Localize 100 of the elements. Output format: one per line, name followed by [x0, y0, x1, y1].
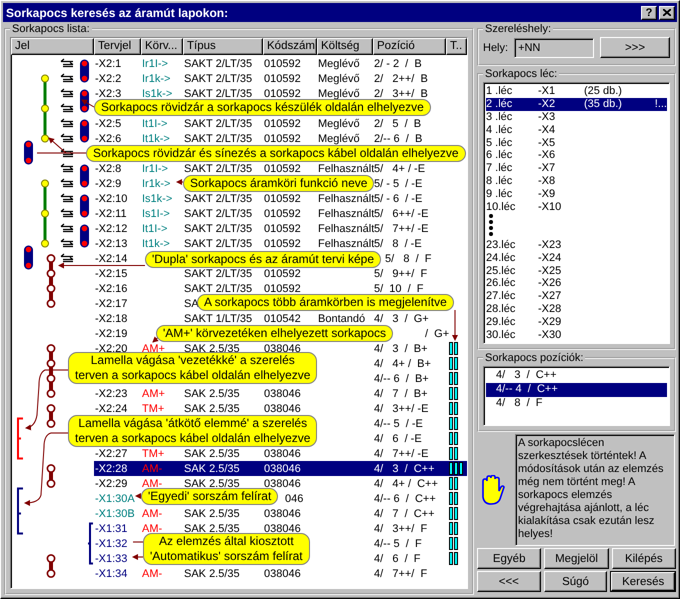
column-header[interactable]: Körv...: [141, 38, 183, 55]
table-cell[interactable]: -X2:24: [95, 402, 128, 414]
table-cell: SAKT 2/LT/35: [184, 72, 252, 84]
table-cell[interactable]: -X2:12: [95, 222, 128, 234]
terminal-icon: [60, 178, 74, 188]
table-cell[interactable]: -X2:14: [95, 252, 128, 264]
circuit-bars-icon: [449, 432, 458, 445]
column-header[interactable]: Tervjel: [94, 38, 141, 55]
circuit-bars-icon: [449, 357, 458, 370]
column-header[interactable]: Típus: [183, 38, 263, 55]
dialog-button[interactable]: Súgó: [544, 571, 608, 592]
table-cell: AM+: [142, 388, 165, 400]
callout: Az elemzés által kiosztott 'Automatikus' sorszám felírat: [143, 533, 310, 565]
strip-label: 29.léc: [486, 316, 516, 328]
strip-count: (25 db.): [584, 85, 623, 98]
dialog-button[interactable]: Keresés: [610, 571, 676, 592]
table-cell[interactable]: -X1:33: [95, 552, 128, 564]
column-header[interactable]: Költség: [317, 38, 373, 55]
strip-list-item[interactable]: 30.léc -X30: [486, 328, 667, 341]
table-cell: SAKT 2/LT/35: [184, 58, 252, 70]
strip-list-item[interactable]: 25.léc -X25: [486, 264, 667, 277]
strip-list-item[interactable]: 9 .léc -X9: [486, 187, 667, 200]
terminal-icon: [60, 88, 74, 98]
table-cell: 038046: [264, 342, 301, 354]
table-cell: 4/-- 6 / C++: [374, 492, 436, 504]
table-cell[interactable]: -X1:30A: [95, 492, 135, 504]
table-cell[interactable]: -X2:10: [95, 192, 128, 204]
position-item[interactable]: 4/ 3 / C++: [486, 369, 667, 383]
strip-list-item[interactable]: 2 .léc -X2 (35 db.) !...: [486, 98, 667, 111]
strip-label: 9 .léc: [486, 188, 514, 200]
table-cell[interactable]: -X1:30B: [95, 508, 135, 520]
table-cell[interactable]: -X2:9: [95, 178, 122, 190]
table-cell[interactable]: -X2:29: [95, 478, 128, 490]
strip-list-item[interactable]: 6 .léc -X6: [486, 148, 667, 162]
dialog-button[interactable]: Megjelöl: [544, 548, 609, 569]
table-cell[interactable]: -X2:28: [95, 462, 128, 474]
table-cell[interactable]: -X1:34: [95, 568, 128, 580]
table-cell: Felhasznált: [318, 192, 374, 204]
strip-list-item[interactable]: 27.léc -X27: [486, 290, 667, 303]
table-cell[interactable]: -X2:18: [95, 312, 128, 324]
strip-list-item[interactable]: 7 .léc -X7: [486, 162, 667, 175]
strip-list-item[interactable]: 5 .léc -X5: [486, 136, 667, 149]
table-cell[interactable]: -X2:6: [95, 132, 122, 144]
table-cell: 5/ 8 / -E: [374, 238, 422, 250]
table-cell[interactable]: -X2:23: [95, 388, 128, 400]
table-cell: 010592: [264, 238, 301, 250]
table-cell: SAKT 1/LT/35: [184, 312, 252, 324]
table-cell[interactable]: -X2:5: [95, 118, 122, 130]
strip-list-item[interactable]: 24.léc -X24: [486, 251, 667, 264]
position-item[interactable]: 4/ 8 / F: [486, 397, 667, 411]
short-circuit-link-icon: [80, 60, 89, 82]
table-cell[interactable]: -X2:27: [95, 448, 128, 460]
table-cell: 038046: [264, 508, 301, 520]
short-circuit-link-icon: [80, 90, 89, 112]
table-cell: 4/ 7++/ -E: [374, 448, 428, 460]
short-circuit-link-icon: [24, 246, 33, 270]
strip-list-item[interactable]: 8 .léc -X8: [486, 174, 667, 188]
column-header[interactable]: T..: [446, 38, 467, 55]
column-header[interactable]: Kódszám: [263, 38, 317, 55]
dialog-button[interactable]: Egyéb: [477, 548, 542, 569]
table-cell: 2/-- 6 / B: [374, 132, 422, 144]
table-cell: AM+: [142, 342, 165, 354]
close-button[interactable]: [659, 6, 675, 20]
table-cell[interactable]: -X2:16: [95, 282, 128, 294]
strip-list-item[interactable]: 3 .léc -X3: [486, 110, 667, 124]
table-cell[interactable]: -X2:1: [95, 58, 122, 70]
strip-code: -X3: [538, 110, 556, 123]
strip-list-item[interactable]: 1 .léc -X1 (25 db.): [486, 85, 667, 98]
strip-list-item[interactable]: 28.léc -X28: [486, 302, 667, 316]
strip-list-item[interactable]: 23.léc -X23: [486, 238, 667, 252]
position-item[interactable]: 4/-- 4 / C++: [486, 383, 667, 397]
table-cell: AM-: [142, 522, 162, 534]
location-field[interactable]: +NN: [514, 38, 594, 58]
table-cell[interactable]: -X2:13: [95, 238, 128, 250]
column-header[interactable]: Jel: [11, 38, 94, 55]
table-cell[interactable]: -X2:17: [95, 298, 128, 310]
table-cell[interactable]: -X2:3: [95, 88, 122, 100]
table-cell[interactable]: -X1:31: [95, 522, 128, 534]
table-cell[interactable]: -X2:20: [95, 342, 128, 354]
table-cell[interactable]: -X2:19: [95, 328, 128, 340]
table-cell[interactable]: -X2:8: [95, 162, 122, 174]
dialog-button[interactable]: Kilépés: [612, 548, 676, 569]
strip-list-item[interactable]: 4 .léc -X4: [486, 123, 667, 136]
table-cell: 2/ - 2 / B: [374, 58, 422, 70]
strip-label: 2 .léc: [486, 98, 514, 110]
table-cell[interactable]: -X2:11: [95, 208, 127, 220]
forward-button[interactable]: >>>: [600, 37, 670, 58]
strip-list-item[interactable]: 26.léc -X26: [486, 276, 667, 290]
table-cell: SAK 2.5/35: [184, 508, 240, 520]
strip-code: -X7: [538, 162, 556, 174]
strip-list-item[interactable]: 10.léc -X10: [486, 200, 667, 213]
table-cell: SAKT 2/LT/35: [184, 222, 252, 234]
strip-list-item[interactable]: 29.léc -X29: [486, 315, 667, 328]
column-header[interactable]: Pozíció: [373, 38, 446, 55]
table-cell[interactable]: -X2:2: [95, 72, 122, 84]
table-cell[interactable]: -X2:15: [95, 268, 128, 280]
table-cell[interactable]: -X1:32: [95, 538, 128, 550]
help-button[interactable]: ?: [641, 6, 657, 20]
short-circuit-link-icon: [24, 140, 33, 164]
dialog-button[interactable]: <<<: [477, 571, 541, 592]
